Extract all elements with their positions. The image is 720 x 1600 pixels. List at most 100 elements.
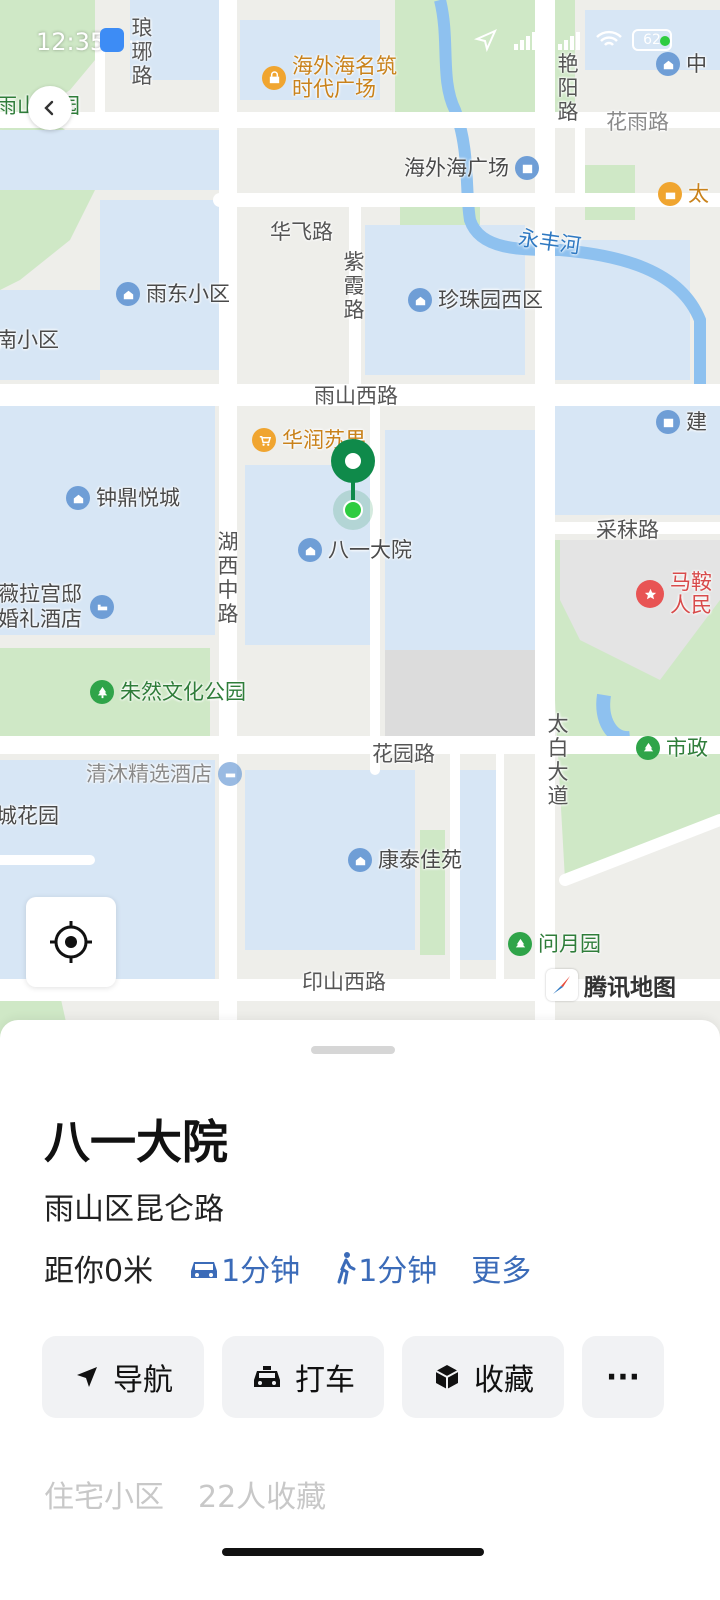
hotel-icon [90,595,114,619]
map-poi-tai[interactable]: 太 [658,182,709,206]
home-icon [348,848,372,872]
favorite-button-label: 收藏 [474,1363,534,1398]
map-label-yinshan-west-road: 印山西路 [302,970,386,994]
map-label-zixia-road: 紫霞路 [343,250,365,322]
star-icon [636,580,664,608]
taxi-button[interactable]: 打车 [222,1336,384,1418]
map-label-yudong-community: 雨东小区 [146,281,230,306]
map-label-kangtai-jiayuan: 康泰佳苑 [378,847,462,872]
place-title: 八一大院 [44,1115,228,1169]
map-label-huafei-road: 华飞路 [270,220,333,244]
home-icon [116,282,140,306]
home-icon [408,288,432,312]
favorites-count-tag: 22人收藏 [198,1480,327,1515]
map-poi-ma[interactable]: 马鞍 人民 [636,572,712,616]
hotel-icon [218,762,242,786]
map-poi-zhuran-park[interactable]: 朱然文化公园 [90,680,246,704]
distance-text: 距你0米 [44,1254,154,1289]
taxi-icon [254,1366,280,1387]
map-label-huayuan-road: 花园路 [372,742,435,766]
navigation-arrow-icon [77,1367,97,1387]
shopping-cart-icon [252,428,276,452]
place-address: 雨山区昆仑路 [44,1192,224,1227]
compass-logo-icon [546,969,578,1001]
home-icon [66,486,90,510]
place-detail-sheet[interactable]: 八一大院 雨山区昆仑路 距你0米 1分钟 1分钟 更多 导航 打车 收藏 ···… [0,1020,720,1600]
drive-time-text: 1分钟 [221,1254,301,1289]
tencent-map-logo: 腾讯地图 [546,968,676,1002]
map-label-qingmu-hotel: 清沐精选酒店 [86,761,212,786]
signal-hd-icon [514,32,536,50]
map-poi-shi[interactable]: 市政 [636,736,708,760]
map-poi-qingmu-hotel[interactable]: 清沐精选酒店 [86,762,242,786]
map-poi-wenyueyuan[interactable]: 问月园 [508,932,601,956]
map-poi-wedding-hotel[interactable]: 薇拉宫邸 婚礼酒店 [0,584,114,630]
building-icon [515,156,539,180]
map-label-chenghuayuan: 城花园 [0,804,59,828]
map-label-taibai-avenue: 太白大道 [547,712,569,808]
status-bar: 12:35 .. 62 [0,0,720,84]
map-poi-yudong-community[interactable]: 雨东小区 [116,282,230,306]
status-more-dots: .. [128,24,141,48]
privacy-indicator-dot [660,36,670,46]
category-tag: 住宅小区 [44,1480,164,1515]
map-label-bayi-dayuan: 八一大院 [328,537,412,562]
map-poi-haiwaihai-square[interactable]: 海外海广场 [404,156,539,180]
map-label-caifu-road: 采秣路 [596,518,659,542]
status-time: 12:35 [36,28,106,56]
status-icons: 62 [474,28,672,52]
home-icon [298,538,322,562]
walk-time-text: 1分钟 [358,1254,438,1289]
map-label-ma: 马鞍 [670,570,712,594]
map-poi-zhongding-yuecheng[interactable]: 钟鼎悦城 [66,486,180,510]
map-label-wenyueyuan: 问月园 [538,931,601,956]
map-label-hunan-middle-road: 湖西中路 [217,530,239,626]
locate-me-button[interactable] [26,897,116,987]
home-indicator[interactable] [222,1548,484,1556]
shopping-icon [658,182,682,206]
location-pin-icon [331,439,375,530]
map-label-haiwaihai-square: 海外海广场 [404,155,509,180]
favorite-button[interactable]: 收藏 [402,1336,564,1418]
map-poi-bayi-dayuan[interactable]: 八一大院 [298,538,412,562]
more-options-button[interactable]: ··· [582,1336,664,1418]
sheet-drag-handle[interactable] [311,1046,395,1054]
box-icon [435,1365,459,1389]
action-buttons: 导航 打车 收藏 ··· [42,1336,664,1418]
more-options-dots: ··· [605,1359,641,1395]
walk-time[interactable]: 1分钟 [334,1246,437,1290]
notification-app-icon [100,28,124,52]
map-label-ren: 人民 [670,593,712,617]
map-label-zhuran-park: 朱然文化公园 [120,679,246,704]
navigate-button[interactable]: 导航 [42,1336,204,1418]
walking-icon [337,1252,356,1285]
map-label-zhenzhuyuan-west: 珍珠园西区 [438,287,543,312]
building-icon [656,410,680,434]
tencent-map-logo-text: 腾讯地图 [584,975,676,1001]
navigate-button-label: 导航 [113,1363,173,1398]
map-poi-kangtai-jiayuan[interactable]: 康泰佳苑 [348,848,462,872]
car-icon [191,1262,218,1278]
tree-icon [508,932,532,956]
map-label-nan-community: 南小区 [0,328,59,352]
map-label-yushan-west-road: 雨山西路 [314,384,398,408]
map-label-huayu-road: 花雨路 [606,110,669,134]
map-label-tai: 太 [688,181,709,206]
map-poi-jian[interactable]: 建 [656,410,707,434]
location-arrow-icon [474,29,497,52]
map-label-weilagongdi: 薇拉宫邸 [0,582,82,606]
map-label-zhongding-yuecheng: 钟鼎悦城 [96,485,180,510]
tree-icon [636,736,660,760]
place-tags: 住宅小区 22人收藏 [44,1472,326,1516]
chevron-left-icon [44,100,54,116]
map-label-jian: 建 [686,409,707,434]
crosshair-icon [50,921,92,963]
drive-time[interactable]: 1分钟 [187,1246,300,1290]
signal-hd-icon [558,32,580,50]
map-label-wedding-hotel: 婚礼酒店 [0,607,82,631]
map-poi-zhenzhuyuan-west[interactable]: 珍珠园西区 [408,288,543,312]
back-button[interactable] [28,86,72,130]
map-view[interactable]: 琅琊路 海外海名筑 时代广场 艳阳路 中 雨山公园 花雨路 海外海广场 太 华飞… [0,0,720,1040]
more-link[interactable]: 更多 [471,1246,531,1290]
wifi-icon [596,30,622,46]
